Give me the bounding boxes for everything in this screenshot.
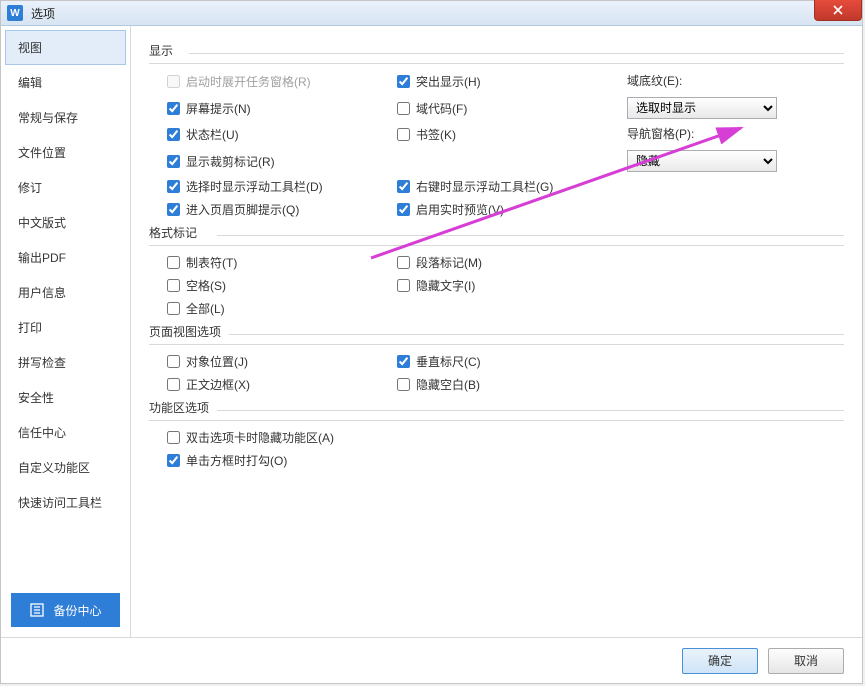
ok-button[interactable]: 确定: [682, 648, 758, 674]
dialog-title: 选项: [31, 5, 55, 22]
cb-floating-select[interactable]: 选择时显示浮动工具栏(D): [167, 178, 323, 195]
cb-hidden-text[interactable]: 隐藏文字(I): [397, 277, 475, 294]
cancel-button[interactable]: 取消: [768, 648, 844, 674]
sidebar-item-5[interactable]: 中文版式: [5, 205, 126, 240]
field-shading-select[interactable]: 选取时显示: [627, 97, 777, 119]
sidebar-item-7[interactable]: 用户信息: [5, 275, 126, 310]
sidebar-item-13[interactable]: 快速访问工具栏: [5, 485, 126, 520]
backup-icon: [29, 602, 45, 618]
cb-status-bar[interactable]: 状态栏(U): [167, 126, 239, 143]
app-icon: W: [7, 5, 23, 21]
backup-label: 备份中心: [53, 602, 101, 619]
cb-all[interactable]: 全部(L): [167, 300, 225, 317]
cb-paragraph[interactable]: 段落标记(M): [397, 254, 482, 271]
sidebar-item-1[interactable]: 编辑: [5, 65, 126, 100]
cb-click-check[interactable]: 单击方框时打勾(O): [167, 452, 287, 469]
close-button[interactable]: [814, 0, 862, 21]
field-shading-label: 域底纹(E):: [627, 72, 844, 89]
cb-dblclick-hide[interactable]: 双击选项卡时隐藏功能区(A): [167, 429, 334, 446]
sidebar-item-9[interactable]: 拼写检查: [5, 345, 126, 380]
cb-header-footer-hint[interactable]: 进入页眉页脚提示(Q): [167, 201, 299, 218]
sidebar-item-0[interactable]: 视图: [5, 30, 126, 65]
cb-live-preview[interactable]: 启用实时预览(V): [397, 201, 504, 218]
content-panel: 显示 启动时展开任务窗格(R) 突出显示(H) 域底纹(E): 屏幕提示(N) …: [131, 26, 862, 637]
cb-crop-marks[interactable]: 显示裁剪标记(R): [167, 153, 275, 170]
options-dialog: W 选项 视图编辑常规与保存文件位置修订中文版式输出PDF用户信息打印拼写检查安…: [0, 0, 863, 684]
sidebar-item-11[interactable]: 信任中心: [5, 415, 126, 450]
nav-pane-label: 导航窗格(P):: [627, 125, 844, 142]
cb-text-border[interactable]: 正文边框(X): [167, 376, 250, 393]
close-icon: [833, 5, 843, 15]
group-pageview-title: 页面视图选项: [149, 323, 844, 345]
cb-tabs[interactable]: 制表符(T): [167, 254, 237, 271]
sidebar-item-3[interactable]: 文件位置: [5, 135, 126, 170]
cb-highlight[interactable]: 突出显示(H): [397, 73, 481, 90]
titlebar: W 选项: [1, 1, 862, 26]
sidebar-item-2[interactable]: 常规与保存: [5, 100, 126, 135]
footer: 确定 取消: [1, 637, 862, 683]
sidebar-item-6[interactable]: 输出PDF: [5, 240, 126, 275]
sidebar: 视图编辑常规与保存文件位置修订中文版式输出PDF用户信息打印拼写检查安全性信任中…: [1, 26, 131, 637]
cb-object-position[interactable]: 对象位置(J): [167, 353, 248, 370]
nav-pane-select[interactable]: 隐藏: [627, 150, 777, 172]
cb-bookmarks[interactable]: 书签(K): [397, 126, 456, 143]
cb-field-codes[interactable]: 域代码(F): [397, 100, 467, 117]
group-ribbon-title: 功能区选项: [149, 399, 844, 421]
cb-spaces[interactable]: 空格(S): [167, 277, 226, 294]
sidebar-item-4[interactable]: 修订: [5, 170, 126, 205]
sidebar-item-10[interactable]: 安全性: [5, 380, 126, 415]
group-format-title: 格式标记: [149, 224, 844, 246]
backup-center-button[interactable]: 备份中心: [11, 593, 120, 627]
cb-startup-taskpane[interactable]: 启动时展开任务窗格(R): [167, 73, 311, 90]
cb-screen-tips[interactable]: 屏幕提示(N): [167, 100, 251, 117]
sidebar-item-12[interactable]: 自定义功能区: [5, 450, 126, 485]
sidebar-item-8[interactable]: 打印: [5, 310, 126, 345]
group-display-title: 显示: [149, 42, 844, 64]
cb-vertical-ruler[interactable]: 垂直标尺(C): [397, 353, 481, 370]
cb-hide-blank[interactable]: 隐藏空白(B): [397, 376, 480, 393]
cb-floating-rclick[interactable]: 右键时显示浮动工具栏(G): [397, 178, 553, 195]
